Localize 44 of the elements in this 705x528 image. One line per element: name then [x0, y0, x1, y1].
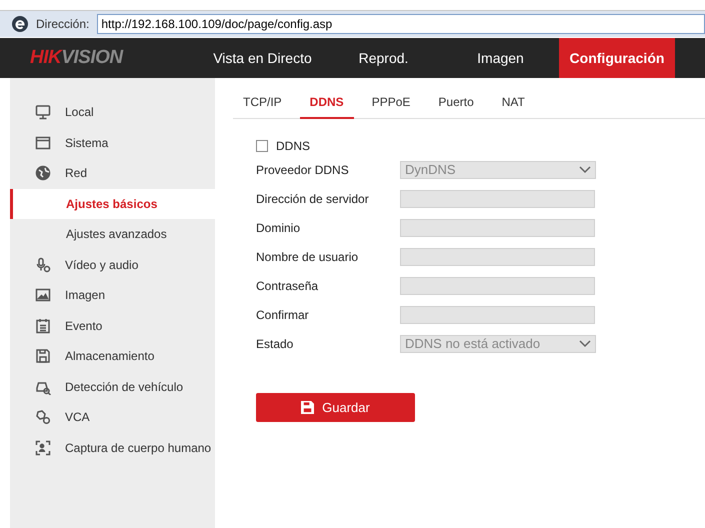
field-label: Dirección de servidor: [256, 192, 370, 206]
sidebar-item[interactable]: Almacenamiento: [10, 341, 215, 372]
nav-item[interactable]: Vista en Directo: [200, 38, 325, 78]
sidebar-item[interactable]: Imagen: [10, 280, 215, 310]
sidebar-item[interactable]: Detección de vehículo: [10, 372, 215, 402]
nav-item[interactable]: Imagen: [442, 38, 559, 78]
browser-icon: [12, 16, 28, 32]
sidebar-item[interactable]: Captura de cuerpo humano: [10, 432, 215, 463]
tab[interactable]: NAT: [492, 91, 535, 119]
chevron-down-icon: [579, 340, 591, 348]
microphone-gear-icon: [35, 256, 51, 273]
checkbox-label: DDNS: [276, 139, 310, 153]
monitor-icon: [35, 104, 51, 120]
globe-icon: [35, 165, 51, 182]
address-label: Dirección:: [36, 17, 90, 31]
person-capture-icon: [35, 440, 51, 456]
calendar-icon: [35, 318, 51, 334]
logo: HIKVISION: [29, 46, 124, 70]
nav-item[interactable]: Reprod.: [325, 38, 442, 78]
sidebar-item[interactable]: Vídeo y audio: [10, 250, 215, 280]
address-field[interactable]: http://192.168.100.109/doc/page/config.asp: [97, 14, 705, 34]
chevron-down-icon: [579, 166, 591, 174]
sidebar-item[interactable]: Evento: [10, 310, 215, 341]
tab[interactable]: TCP/IP: [233, 91, 292, 119]
field-label: Dominio: [256, 220, 302, 234]
field-label: Nombre de usuario: [256, 250, 360, 264]
field-label: Confirmar: [256, 308, 310, 322]
field-label: Estado: [256, 336, 294, 350]
tab[interactable]: PPPoE: [362, 91, 420, 119]
checkbox[interactable]: [256, 140, 268, 152]
image-icon: [35, 287, 51, 304]
field-label: Proveedor DDNS: [256, 162, 350, 176]
nav-item[interactable]: Configuración: [559, 38, 675, 78]
tab[interactable]: DDNS: [300, 91, 354, 119]
sidebar-subitem[interactable]: Ajustes básicos: [10, 188, 215, 219]
save-button[interactable]: Guardar: [256, 393, 415, 422]
tab[interactable]: Puerto: [428, 91, 484, 119]
sidebar-subitem[interactable]: Ajustes avanzados: [10, 219, 215, 250]
sidebar-item[interactable]: Sistema: [10, 128, 215, 158]
sidebar-item[interactable]: Red: [10, 158, 215, 188]
window-icon: [35, 134, 51, 151]
field-label: Contraseña: [256, 278, 320, 292]
sidebar-item[interactable]: VCA: [10, 402, 215, 432]
sidebar-item[interactable]: Local: [10, 97, 215, 128]
